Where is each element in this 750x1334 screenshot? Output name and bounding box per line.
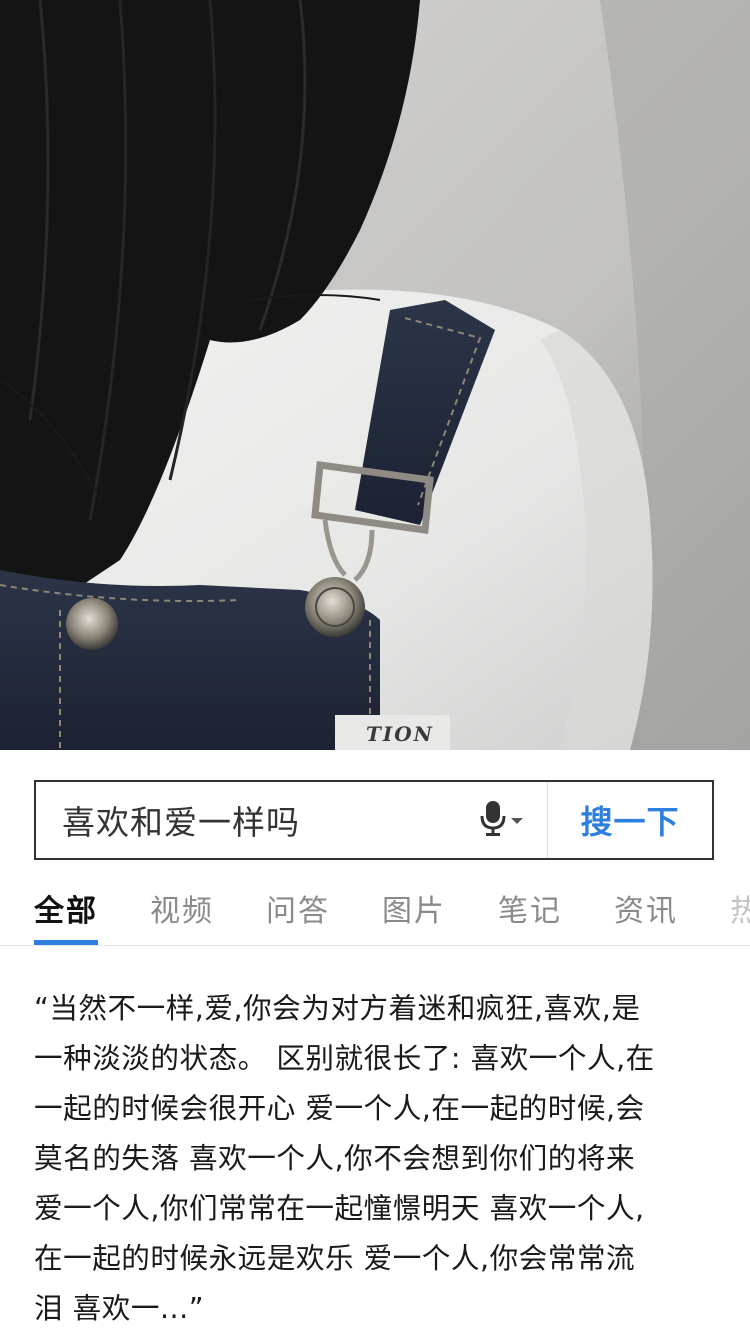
caret-down-icon (510, 811, 524, 830)
answer-line: “当然不一样,爱,你会为对方着迷和疯狂,喜欢,是 (34, 991, 641, 1025)
tab-hot-partial[interactable]: 热 (730, 886, 750, 930)
tab-images[interactable]: 图片 (382, 886, 446, 930)
answer-line: 一种淡淡的状态。 区别就很长了: 喜欢一个人,在 (34, 1041, 655, 1075)
active-tab-indicator (34, 940, 98, 945)
microphone-icon (480, 799, 506, 841)
answer-line: 莫名的失落 喜欢一个人,你不会想到你们的将来 (34, 1141, 636, 1175)
answer-line: 一起的时候会很开心 爱一个人,在一起的时候,会 (34, 1091, 645, 1125)
search-result-page: TION 喜欢和爱一样吗 搜一下 全部 视频 问答 图片 笔记 资讯 “当然不一… (0, 0, 750, 1334)
tab-videos[interactable]: 视频 (150, 886, 214, 930)
tab-qa[interactable]: 问答 (266, 886, 330, 930)
answer-line: 泪 喜欢一...” (34, 1291, 205, 1325)
voice-search-button[interactable] (467, 782, 537, 858)
search-button[interactable]: 搜一下 (548, 782, 712, 858)
tab-notes[interactable]: 笔记 (498, 886, 562, 930)
answer-line: 爱一个人,你们常常在一起憧憬明天 喜欢一个人, (34, 1191, 645, 1225)
answer-line: 在一起的时候永远是欢乐 爱一个人,你会常常流 (34, 1241, 636, 1275)
tab-all[interactable]: 全部 (34, 886, 98, 930)
header-photo: TION (0, 0, 750, 750)
tab-news[interactable]: 资讯 (614, 886, 678, 930)
search-bar[interactable]: 喜欢和爱一样吗 搜一下 (34, 780, 714, 860)
search-input[interactable]: 喜欢和爱一样吗 (36, 796, 467, 844)
answer-snippet[interactable]: “当然不一样,爱,你会为对方着迷和疯狂,喜欢,是 一种淡淡的状态。 区别就很长了… (34, 983, 718, 1333)
shirt-label-text: TION (366, 722, 434, 746)
category-tabs: 全部 视频 问答 图片 笔记 资讯 热 (0, 870, 750, 946)
